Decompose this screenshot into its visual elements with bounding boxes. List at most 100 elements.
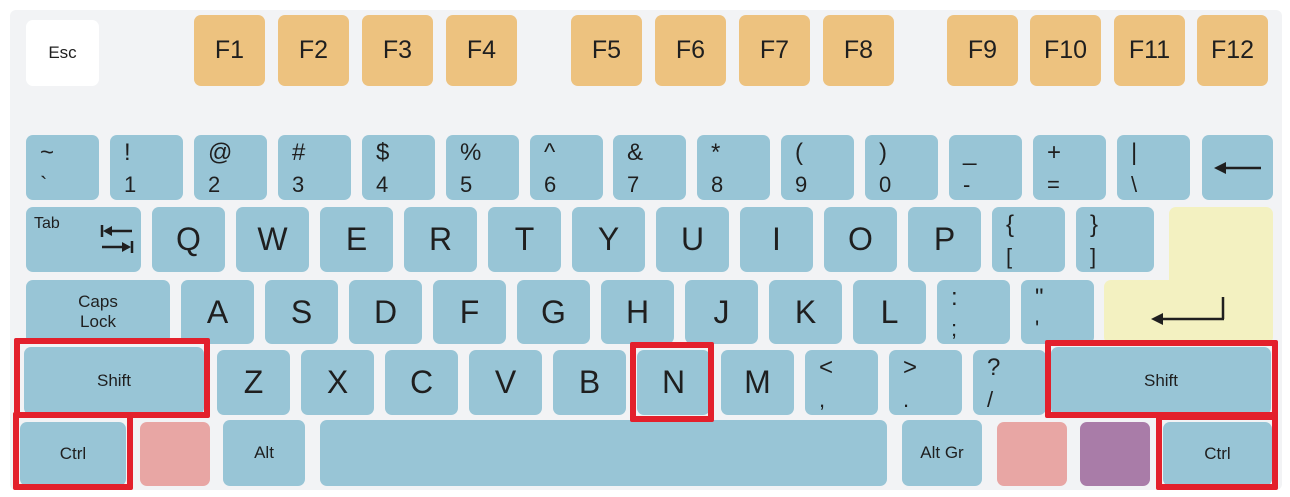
key-h[interactable]: H: [601, 280, 674, 344]
key-top-label: ^: [544, 139, 556, 166]
key-w[interactable]: W: [236, 207, 309, 272]
key-left-meta[interactable]: [140, 422, 210, 486]
key-6[interactable]: ^ 6: [530, 135, 603, 200]
key-backspace[interactable]: [1202, 135, 1273, 200]
key-slash[interactable]: ? /: [973, 350, 1046, 415]
key-left-ctrl[interactable]: Ctrl: [20, 422, 126, 486]
key-x[interactable]: X: [301, 350, 374, 415]
key-bottom-label: /: [987, 387, 994, 412]
key-top-label: ~: [40, 139, 55, 166]
key-u[interactable]: U: [656, 207, 729, 272]
key-s[interactable]: S: [265, 280, 338, 344]
key-f11[interactable]: F11: [1114, 15, 1185, 86]
key-b[interactable]: B: [553, 350, 626, 415]
key-f4[interactable]: F4: [446, 15, 517, 86]
key-period[interactable]: > .: [889, 350, 962, 415]
key-menu[interactable]: [1080, 422, 1150, 486]
key-v[interactable]: V: [469, 350, 542, 415]
key-left-shift[interactable]: Shift: [24, 347, 204, 415]
key-bottom-label: [: [1006, 244, 1013, 269]
key-8[interactable]: * 8: [697, 135, 770, 200]
key-right-bracket[interactable]: } ]: [1076, 207, 1154, 272]
key-t[interactable]: T: [488, 207, 561, 272]
key-f7[interactable]: F7: [739, 15, 810, 86]
key-n[interactable]: N: [637, 350, 710, 415]
key-space[interactable]: [320, 420, 887, 486]
key-enter[interactable]: [1104, 280, 1273, 344]
key-f12[interactable]: F12: [1197, 15, 1268, 86]
key-backslash[interactable]: | \: [1117, 135, 1190, 200]
key-k[interactable]: K: [769, 280, 842, 344]
key-bottom-label: ]: [1090, 244, 1097, 269]
key-2[interactable]: @ 2: [194, 135, 267, 200]
key-backtick[interactable]: ~ `: [26, 135, 99, 200]
key-d[interactable]: D: [349, 280, 422, 344]
key-4[interactable]: $ 4: [362, 135, 435, 200]
key-esc[interactable]: Esc: [26, 20, 99, 86]
key-top-label: }: [1090, 211, 1099, 238]
key-quote[interactable]: " ': [1021, 280, 1094, 344]
key-tab[interactable]: Tab: [26, 207, 141, 272]
key-5[interactable]: % 5: [446, 135, 519, 200]
key-top-label: <: [819, 354, 834, 381]
key-bottom-label: `: [40, 172, 48, 197]
key-semicolon[interactable]: : ;: [937, 280, 1010, 344]
keyboard: Esc F1 F2 F3 F4 F5 F6 F7 F8 F9 F10 F11 F…: [10, 10, 1282, 490]
key-m[interactable]: M: [721, 350, 794, 415]
key-e[interactable]: E: [320, 207, 393, 272]
key-c[interactable]: C: [385, 350, 458, 415]
key-1[interactable]: ! 1: [110, 135, 183, 200]
key-top-label: {: [1006, 211, 1015, 238]
key-bottom-label: 7: [627, 172, 640, 197]
caps-label-line2: Lock: [80, 312, 116, 331]
enter-arrow-icon: [1150, 297, 1224, 325]
key-f[interactable]: F: [433, 280, 506, 344]
key-p[interactable]: P: [908, 207, 981, 272]
key-j[interactable]: J: [685, 280, 758, 344]
key-top-label: #: [292, 139, 306, 166]
key-minus[interactable]: _ -: [949, 135, 1022, 200]
key-bottom-label: 0: [879, 172, 892, 197]
key-right-shift[interactable]: Shift: [1051, 347, 1271, 415]
key-bottom-label: ;: [951, 316, 958, 341]
key-right-ctrl[interactable]: Ctrl: [1163, 422, 1272, 486]
key-left-bracket[interactable]: { [: [992, 207, 1065, 272]
key-f2[interactable]: F2: [278, 15, 349, 86]
key-f10[interactable]: F10: [1030, 15, 1101, 86]
key-z[interactable]: Z: [217, 350, 290, 415]
key-bottom-label: =: [1047, 172, 1060, 197]
key-q[interactable]: Q: [152, 207, 225, 272]
key-comma[interactable]: < ,: [805, 350, 878, 415]
key-7[interactable]: & 7: [613, 135, 686, 200]
key-r[interactable]: R: [404, 207, 477, 272]
key-f6[interactable]: F6: [655, 15, 726, 86]
key-f9[interactable]: F9: [947, 15, 1018, 86]
key-equals[interactable]: + =: [1033, 135, 1106, 200]
key-f8[interactable]: F8: [823, 15, 894, 86]
key-alt-gr[interactable]: Alt Gr: [902, 420, 982, 486]
key-3[interactable]: # 3: [278, 135, 351, 200]
key-bottom-label: -: [963, 172, 971, 197]
key-caps-lock[interactable]: Caps Lock: [26, 280, 170, 344]
key-enter-top[interactable]: [1169, 207, 1273, 287]
key-g[interactable]: G: [517, 280, 590, 344]
key-top-label: $: [376, 139, 390, 166]
key-bottom-label: 6: [544, 172, 557, 197]
key-9[interactable]: ( 9: [781, 135, 854, 200]
caps-label-line1: Caps: [78, 292, 118, 312]
key-top-label: !: [124, 139, 131, 166]
key-right-meta[interactable]: [997, 422, 1067, 486]
key-top-label: ?: [987, 354, 1001, 381]
key-l[interactable]: L: [853, 280, 926, 344]
key-bottom-label: ': [1035, 316, 1040, 341]
key-f5[interactable]: F5: [571, 15, 642, 86]
key-alt[interactable]: Alt: [223, 420, 305, 486]
key-f1[interactable]: F1: [194, 15, 265, 86]
key-0[interactable]: ) 0: [865, 135, 938, 200]
key-f3[interactable]: F3: [362, 15, 433, 86]
key-y[interactable]: Y: [572, 207, 645, 272]
key-a[interactable]: A: [181, 280, 254, 344]
key-i[interactable]: I: [740, 207, 813, 272]
key-tab-label: Tab: [34, 215, 60, 232]
key-o[interactable]: O: [824, 207, 897, 272]
